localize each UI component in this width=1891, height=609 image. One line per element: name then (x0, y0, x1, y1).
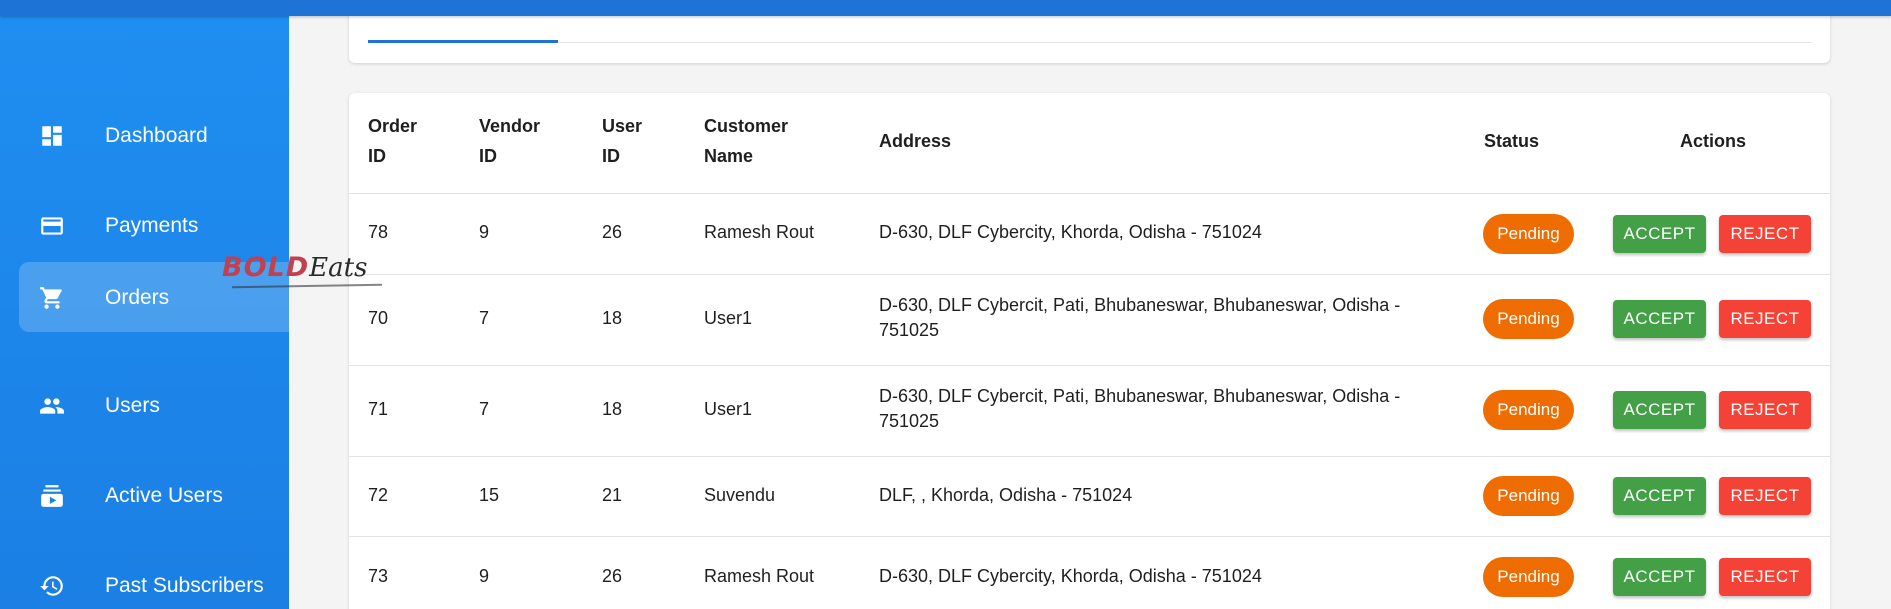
sidebar-item-payments[interactable]: Payments (19, 190, 289, 260)
credit-card-icon (39, 213, 65, 239)
cell-user-id: 18 (602, 308, 623, 328)
status-badge: Pending (1483, 390, 1574, 430)
tabs-divider (368, 42, 1811, 43)
sidebar-item-label: Dashboard (105, 124, 208, 147)
status-badge: Pending (1483, 299, 1574, 339)
header-text: ID (602, 146, 620, 166)
sidebar-item-label: Past Subscribers (105, 574, 264, 597)
header-user-id: User ID (602, 111, 702, 171)
cell-user-id: 18 (602, 399, 623, 419)
row-divider (349, 274, 1830, 275)
cell-user-id: 21 (602, 485, 623, 505)
cell-address: D-630, DLF Cybercity, Khorda, Odisha - 7… (879, 222, 1262, 242)
reject-button[interactable]: REJECT (1719, 300, 1811, 338)
sidebar: Dashboard Payments Orders Users Active U… (0, 16, 289, 609)
cell-user-id: 26 (602, 566, 623, 586)
active-tab-indicator (368, 40, 558, 43)
header-text: User (602, 116, 643, 136)
status-badge: Pending (1483, 214, 1574, 254)
cell-customer-name: User1 (704, 399, 753, 419)
cell-customer-name: Ramesh Rout (704, 566, 815, 586)
orders-table: Order ID Vendor ID User ID Customer Name… (349, 93, 1830, 609)
people-icon (39, 393, 65, 419)
history-icon (39, 573, 65, 599)
dashboard-icon (39, 123, 65, 149)
header-text: Order (368, 116, 418, 136)
cell-order-id: 78 (368, 222, 389, 242)
reject-button[interactable]: REJECT (1719, 215, 1811, 253)
accept-button[interactable]: ACCEPT (1613, 300, 1706, 338)
header-status: Status (1484, 131, 1540, 151)
shopping-cart-icon (39, 285, 65, 311)
header-customer-name: Customer Name (704, 111, 804, 171)
cell-address: D-630, DLF Cybercit, Pati, Bhubaneswar, … (879, 386, 1401, 431)
header-text: Customer (704, 116, 789, 136)
cell-vendor-id: 7 (479, 308, 490, 328)
cell-order-id: 71 (368, 399, 389, 419)
top-app-bar (0, 0, 1891, 16)
row-divider (349, 456, 1830, 457)
header-text: ID (479, 146, 497, 166)
sidebar-item-label: Payments (105, 214, 199, 237)
sidebar-item-label: Orders (105, 286, 170, 309)
header-text: ID (368, 146, 386, 166)
sidebar-item-label: Users (105, 394, 160, 417)
cell-vendor-id: 7 (479, 399, 490, 419)
cell-customer-name: Ramesh Rout (704, 222, 815, 242)
header-text: Vendor (479, 116, 541, 136)
subscriptions-icon (39, 483, 65, 509)
sidebar-item-dashboard[interactable]: Dashboard (19, 100, 289, 170)
sidebar-item-past-subscribers[interactable]: Past Subscribers (19, 550, 289, 609)
sidebar-item-users[interactable]: Users (19, 370, 289, 440)
cell-order-id: 73 (368, 566, 389, 586)
reject-button[interactable]: REJECT (1719, 558, 1811, 596)
row-divider (349, 536, 1830, 537)
status-badge: Pending (1483, 557, 1574, 597)
boldeats-logo: BOLDEats (222, 252, 383, 289)
accept-button[interactable]: ACCEPT (1613, 391, 1706, 429)
sidebar-item-label: Active Users (105, 484, 223, 507)
logo-bold-text: BOLD (222, 252, 310, 283)
accept-button[interactable]: ACCEPT (1613, 558, 1706, 596)
accept-button[interactable]: ACCEPT (1613, 215, 1706, 253)
reject-button[interactable]: REJECT (1719, 391, 1811, 429)
cell-customer-name: User1 (704, 308, 753, 328)
reject-button[interactable]: REJECT (1719, 477, 1811, 515)
cell-user-id: 26 (602, 222, 623, 242)
accept-button[interactable]: ACCEPT (1613, 477, 1706, 515)
header-address: Address (879, 131, 952, 151)
status-badge: Pending (1483, 476, 1574, 516)
header-order-id: Order ID (368, 111, 468, 171)
cell-address: D-630, DLF Cybercit, Pati, Bhubaneswar, … (879, 295, 1401, 340)
logo-eats-text: Eats (309, 253, 368, 283)
cell-order-id: 72 (368, 485, 389, 505)
header-actions: Actions (1680, 131, 1747, 151)
cell-vendor-id: 9 (479, 566, 490, 586)
sidebar-item-active-users[interactable]: Active Users (19, 460, 289, 530)
row-divider (349, 365, 1830, 366)
cell-vendor-id: 15 (479, 485, 500, 505)
header-text: Name (704, 146, 754, 166)
header-vendor-id: Vendor ID (479, 111, 579, 171)
cell-vendor-id: 9 (479, 222, 490, 242)
cell-address: DLF, , Khorda, Odisha - 751024 (879, 485, 1133, 505)
cell-customer-name: Suvendu (704, 485, 776, 505)
row-divider (349, 193, 1830, 194)
cell-order-id: 70 (368, 308, 389, 328)
cell-address: D-630, DLF Cybercity, Khorda, Odisha - 7… (879, 566, 1262, 586)
